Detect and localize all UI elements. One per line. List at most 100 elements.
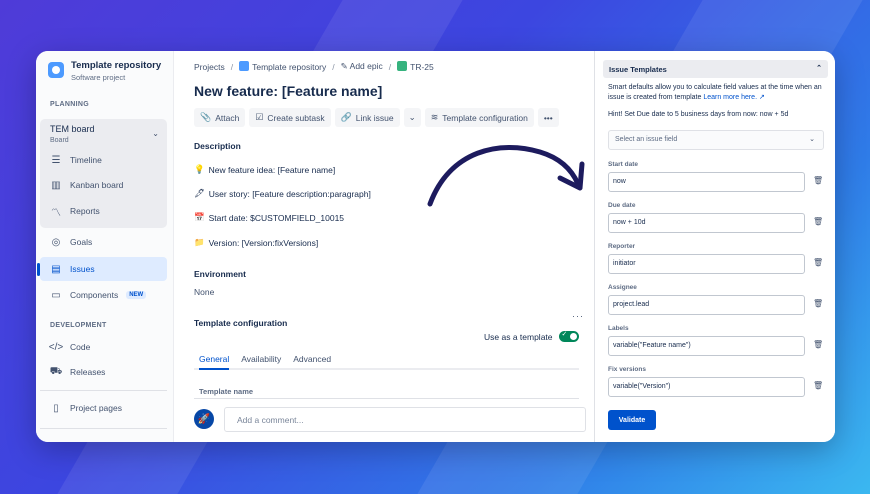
trash-icon[interactable]: 🗑 bbox=[813, 340, 823, 349]
environment-value[interactable]: None bbox=[194, 287, 214, 297]
calendar-icon: 📅 bbox=[194, 212, 205, 222]
story-icon bbox=[397, 61, 408, 71]
board-title: TEM board bbox=[50, 124, 95, 134]
reporter-input[interactable]: initiator bbox=[608, 254, 805, 274]
panel-intro: Smart defaults allow you to calculate fi… bbox=[608, 83, 823, 103]
create-subtask-button[interactable]: ☑ Create subtask bbox=[249, 108, 331, 127]
template-name-divider bbox=[194, 398, 579, 399]
learn-more-link[interactable]: Learn more here. ↗ bbox=[703, 94, 765, 101]
validate-button[interactable]: Validate bbox=[608, 410, 656, 430]
sidebar: Template repository Software project PLA… bbox=[36, 51, 174, 442]
rocket-icon: 🚀 bbox=[197, 413, 211, 425]
trash-icon[interactable]: 🗑 bbox=[813, 299, 823, 308]
description-text: Start date: $CUSTOMFIELD_10015 bbox=[208, 212, 345, 223]
sidebar-item-kanban-board[interactable]: ▥ Kanban board bbox=[40, 173, 167, 197]
breadcrumb: Projects / Template repository / ✎ Add e… bbox=[194, 61, 434, 72]
issue-title[interactable]: New feature: [Feature name] bbox=[194, 83, 382, 99]
new-badge: NEW bbox=[126, 291, 147, 299]
app-window: Template repository Software project PLA… bbox=[36, 51, 835, 442]
link-label: Link issue bbox=[355, 112, 394, 123]
chevron-down-icon: ⌄ bbox=[809, 136, 815, 143]
paperclip-icon: 📎 bbox=[200, 112, 212, 122]
pen-icon: 🖋 bbox=[194, 188, 205, 198]
issue-toolbar: 📎 Attach ☑ Create subtask 🔗 Link issue ⌄ ≋ T… bbox=[194, 108, 559, 127]
comment-input[interactable]: Add a comment... bbox=[224, 407, 586, 432]
description-line: 📁 Version: [Version:fixVersions] bbox=[194, 237, 318, 248]
breadcrumb-repo[interactable]: Template repository bbox=[239, 61, 326, 72]
link-icon: 🔗 bbox=[340, 112, 352, 122]
planning-section-label: PLANNING bbox=[50, 101, 89, 108]
sidebar-item-components[interactable]: ▭ Components NEW bbox=[40, 283, 167, 307]
description-line: 💡 New feature idea: [Feature name] bbox=[194, 164, 335, 175]
issues-icon: ▤ bbox=[51, 263, 61, 275]
sidebar-item-label: Kanban board bbox=[70, 180, 124, 190]
issue-field-select[interactable]: Select an issue field ⌄ bbox=[608, 130, 824, 150]
sidebar-item-label: Goals bbox=[70, 237, 93, 247]
tab-advanced[interactable]: Advanced bbox=[293, 351, 331, 370]
board-subtitle: Board bbox=[50, 137, 69, 144]
sidebar-item-project-pages[interactable]: ▯ Project pages bbox=[40, 396, 167, 420]
link-issue-dropdown[interactable]: ⌄ bbox=[403, 108, 421, 127]
more-icon[interactable]: ··· bbox=[572, 311, 584, 321]
select-placeholder: Select an issue field bbox=[615, 136, 678, 143]
sidebar-item-goals[interactable]: ◎ Goals bbox=[40, 230, 167, 254]
breadcrumb-issue-label: TR-25 bbox=[410, 62, 434, 72]
trash-icon[interactable]: 🗑 bbox=[813, 217, 823, 226]
sidebar-item-code[interactable]: </> Code bbox=[40, 335, 167, 359]
breadcrumb-issue[interactable]: TR-25 bbox=[397, 61, 434, 72]
sidebar-item-issues[interactable]: ▤ Issues bbox=[37, 257, 167, 281]
chevron-down-icon[interactable]: ⌄ bbox=[152, 129, 159, 138]
goals-icon: ◎ bbox=[51, 236, 61, 248]
start-date-input[interactable]: now bbox=[608, 172, 805, 192]
trash-icon[interactable]: 🗑 bbox=[813, 381, 823, 390]
folder-icon: 📁 bbox=[194, 237, 205, 247]
use-as-template-label: Use as a template bbox=[484, 331, 553, 342]
project-header[interactable]: Template repository Software project bbox=[48, 60, 161, 82]
template-configuration-button[interactable]: ≋ Template configuration bbox=[424, 108, 534, 127]
chevron-down-icon: ⌄ bbox=[408, 112, 416, 122]
sidebar-item-label: Components bbox=[70, 290, 119, 300]
issue-view: Projects / Template repository / ✎ Add e… bbox=[174, 51, 594, 442]
template-tabs: General Availability Advanced bbox=[194, 351, 579, 370]
layers-icon: ≋ bbox=[430, 112, 439, 122]
assignee-input[interactable]: project.lead bbox=[608, 295, 805, 315]
tab-general[interactable]: General bbox=[199, 351, 230, 370]
description-text: Version: [Version:fixVersions] bbox=[208, 237, 319, 248]
sidebar-item-label: Releases bbox=[70, 367, 106, 377]
issue-templates-panel: Issue Templates ⌃ Smart defaults allow y… bbox=[594, 51, 835, 442]
sidebar-item-label: Code bbox=[70, 342, 91, 352]
breadcrumb-projects[interactable]: Projects bbox=[194, 62, 225, 72]
external-link-icon: ↗ bbox=[758, 94, 765, 101]
trash-icon[interactable]: 🗑 bbox=[813, 176, 823, 185]
attach-button[interactable]: 📎 Attach bbox=[194, 108, 246, 127]
attach-label: Attach bbox=[215, 112, 240, 123]
description-text: New feature idea: [Feature name] bbox=[208, 164, 336, 175]
labels-input[interactable]: variable("Feature name") bbox=[608, 336, 805, 356]
fix-versions-input[interactable]: variable("Version") bbox=[608, 377, 805, 397]
panel-title: Issue Templates bbox=[609, 65, 667, 74]
chevron-up-icon[interactable]: ⌃ bbox=[816, 64, 822, 72]
panel-hint: Hint! Set Due date to 5 business days fr… bbox=[608, 111, 789, 118]
sidebar-item-timeline[interactable]: ☰ Timeline bbox=[40, 148, 167, 172]
due-date-input[interactable]: now + 10d bbox=[608, 213, 805, 233]
lightbulb-icon: 💡 bbox=[194, 164, 205, 174]
link-issue-button[interactable]: 🔗 Link issue bbox=[334, 108, 400, 127]
subtask-label: Create subtask bbox=[267, 112, 325, 123]
tab-availability[interactable]: Availability bbox=[241, 351, 281, 370]
sidebar-item-reports[interactable]: 〽 Reports bbox=[40, 199, 167, 223]
sidebar-divider bbox=[40, 428, 167, 429]
sidebar-divider bbox=[40, 390, 167, 391]
description-heading: Description bbox=[194, 141, 241, 151]
trash-icon[interactable]: 🗑 bbox=[813, 258, 823, 267]
use-as-template-row: Use as a template ✓ bbox=[484, 331, 579, 342]
more-actions-button[interactable]: ••• bbox=[537, 108, 559, 127]
panel-header[interactable]: Issue Templates ⌃ bbox=[603, 60, 828, 78]
description-text: User story: [Feature description:paragra… bbox=[208, 188, 371, 199]
learn-more-label: Learn more here. bbox=[703, 94, 758, 101]
sidebar-item-releases[interactable]: ⛟ Releases bbox=[40, 360, 167, 384]
breadcrumb-add-epic[interactable]: ✎ Add epic bbox=[341, 61, 383, 72]
releases-icon: ⛟ bbox=[49, 365, 63, 377]
environment-heading: Environment bbox=[194, 269, 246, 279]
use-as-template-toggle[interactable]: ✓ bbox=[558, 331, 579, 342]
more-icon: ••• bbox=[543, 112, 553, 123]
